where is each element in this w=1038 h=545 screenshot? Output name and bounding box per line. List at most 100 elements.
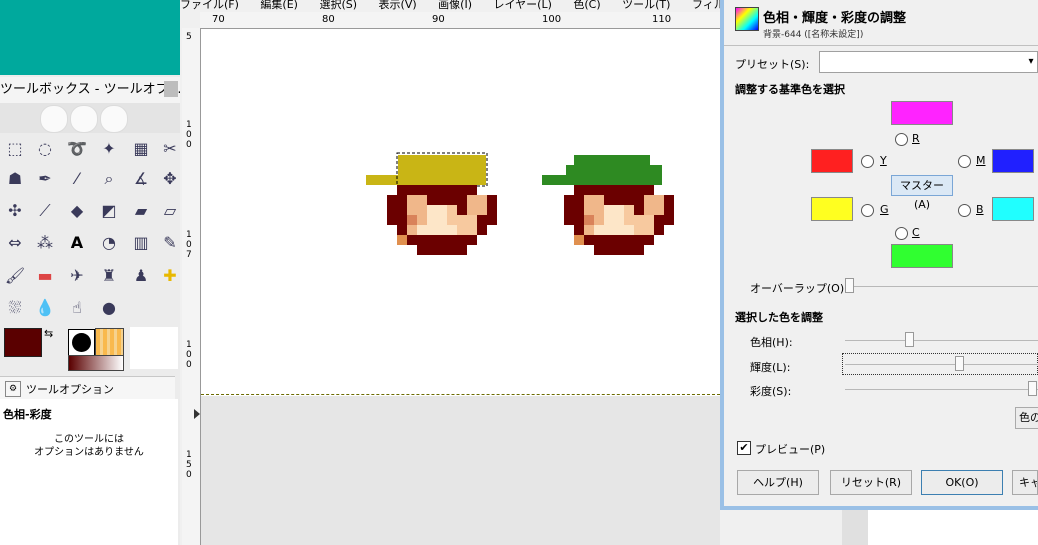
zoom-icon[interactable]: ⌕ [97,167,121,191]
swatch-magenta [992,149,1034,173]
overlap-slider-thumb[interactable] [845,278,854,293]
saturation-slider-track[interactable] [845,389,1038,390]
lightness-slider-thumb[interactable] [955,356,964,371]
chevron-down-icon[interactable]: ▾ [1024,52,1038,72]
image-canvas[interactable] [201,29,720,396]
wilber-drop-area [0,103,180,133]
lightness-slider-track[interactable] [845,364,1038,365]
foreground-select-icon[interactable]: ☗ [3,167,27,191]
gradient-preview[interactable] [68,355,124,371]
reset-button[interactable]: リセット(R) [830,470,912,495]
rotate-icon[interactable]: ◆ [65,199,89,223]
fuzzy-select-icon[interactable]: ✦ [97,137,121,161]
perspective-clone-icon[interactable]: ⛆ [3,296,27,320]
pencil-icon[interactable]: ✎ [158,231,182,255]
text-icon[interactable]: A [65,231,89,255]
ruler-marker-icon [194,409,200,419]
hue-saturation-icon [735,7,759,31]
radio-green-label: G [880,203,889,216]
perspective-icon[interactable]: ▱ [158,199,182,223]
menu-image[interactable]: 画像(I) [438,0,472,11]
color-picker-icon[interactable]: ⁄ [65,167,89,191]
dialog-scrollbar[interactable] [842,510,868,545]
layer-boundary [201,394,720,395]
paintbrush-icon[interactable]: 🖌 [3,264,27,288]
align-icon[interactable]: ✣ [3,199,27,223]
move-icon[interactable]: ✥ [158,167,182,191]
radio-cyan-label: C [912,226,920,239]
eraser-icon[interactable]: ▬ [33,264,57,288]
ok-button[interactable]: OK(O) [921,470,1003,495]
help-button[interactable]: ヘルプ(H) [737,470,819,495]
radio-yellow[interactable] [861,155,874,168]
swap-colors-icon[interactable]: ⇆ [44,327,53,340]
lasso-icon[interactable]: ➰ [65,137,89,161]
dodge-burn-icon[interactable]: ● [97,296,121,320]
foreground-color[interactable] [4,328,42,357]
primary-color-section-title: 調整する基準色を選択 [735,83,845,96]
bucket-fill-icon[interactable]: ◔ [97,231,121,255]
rect-select-icon[interactable]: ⬚ [3,137,27,161]
airbrush-icon[interactable]: ✈ [65,264,89,288]
radio-red[interactable] [895,133,908,146]
menu-select[interactable]: 選択(S) [319,0,357,11]
menu-layer[interactable]: レイヤー(L) [493,0,551,11]
menu-file[interactable]: ファイル(F) [180,0,239,11]
dialog-subtitle: 背景-644 ([名称未設定]) [763,30,864,40]
preview-label: プレビュー(P) [755,443,826,456]
hue-label: 色相(H): [750,336,793,349]
radio-green[interactable] [861,204,874,217]
blur-icon[interactable]: 💧 [33,296,57,320]
paths-icon[interactable]: ✒ [33,167,57,191]
radio-magenta-label: M [976,154,986,167]
pattern-preview[interactable] [95,328,124,357]
ink-icon[interactable]: ♜ [97,264,121,288]
adjust-section-title: 選択した色を調整 [735,311,823,324]
radio-blue[interactable] [958,204,971,217]
flip-icon[interactable]: ⇔ [3,231,27,255]
menu-filters[interactable]: フィルター(R) [692,0,720,11]
menu-colors[interactable]: 色(C) [573,0,600,11]
heal-icon[interactable]: ✚ [158,264,182,288]
smudge-icon[interactable]: ☝ [65,296,89,320]
preset-combo[interactable] [819,51,1038,73]
brush-preview[interactable] [68,329,95,356]
tool-options-message: オプションはありません [34,447,144,458]
cage-icon[interactable]: ⁂ [33,231,57,255]
swatch-blue [992,197,1034,221]
shear-icon[interactable]: ▰ [129,199,153,223]
dialog-title: 色相・輝度・彩度の調整 [763,11,907,26]
crop-icon[interactable]: ⟋ [33,199,57,223]
color-select-icon[interactable]: ▦ [129,137,153,161]
cancel-button[interactable]: キャ [1012,470,1038,495]
image-menubar: ファイル(F) 編集(E) 選択(S) 表示(V) 画像(I) レイヤー(L) … [180,0,720,12]
scale-icon[interactable]: ◩ [97,199,121,223]
hue-slider-track[interactable] [845,340,1038,341]
measure-icon[interactable]: ∡ [129,167,153,191]
menu-tools[interactable]: ツール(T) [622,0,670,11]
preview-checkbox[interactable]: ✔ [737,441,751,455]
tool-options-tab[interactable]: ⚙ ツールオプション [0,376,175,400]
colorize-button[interactable]: 色の [1015,407,1038,429]
hue-saturation-dialog [720,0,1038,510]
saturation-label: 彩度(S): [750,385,792,398]
ellipse-select-icon[interactable]: ◌ [33,137,57,161]
radio-magenta[interactable] [958,155,971,168]
clone-icon[interactable]: ♟ [129,264,153,288]
overlap-slider-track[interactable] [848,286,1038,287]
menu-edit[interactable]: 編集(E) [260,0,298,11]
swatch-green [811,197,853,221]
toolbox-menu-button[interactable] [164,81,178,97]
hue-slider-thumb[interactable] [905,332,914,347]
radio-blue-label: B [976,203,984,216]
menu-view[interactable]: 表示(V) [379,0,417,11]
blend-icon[interactable]: ▥ [129,231,153,255]
scissors-icon[interactable]: ✂ [158,137,182,161]
master-button[interactable]: マスター(A) [891,175,953,211]
radio-cyan[interactable] [895,227,908,240]
active-image-thumbnail[interactable] [130,327,178,369]
saturation-slider-thumb[interactable] [1028,381,1037,396]
swatch-red [891,101,953,125]
sprite-yellow-cap-head [366,152,497,255]
radio-yellow-label: Y [880,154,887,167]
